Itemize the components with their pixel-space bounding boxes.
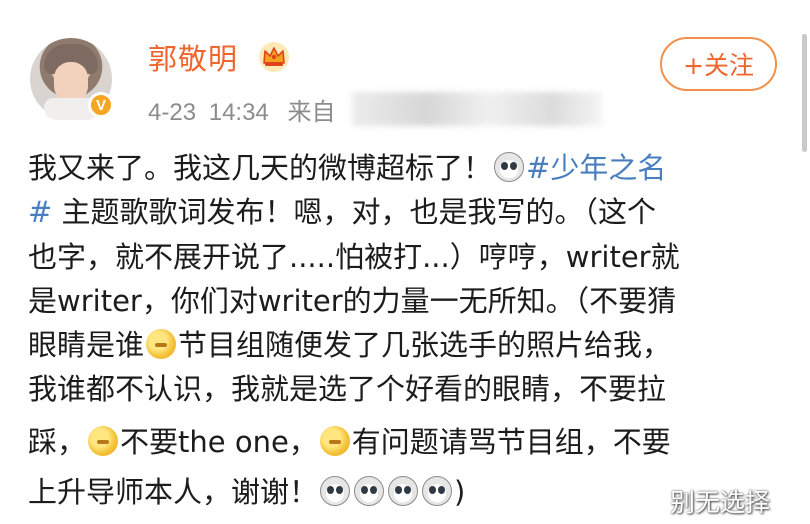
post-date: 4-23 <box>148 99 197 126</box>
verified-badge-icon: V <box>88 92 114 118</box>
follow-button[interactable]: +关注 <box>660 37 777 91</box>
post-line-8: 上升导师本人，谢谢！) <box>28 475 466 509</box>
post-time: 14:34 <box>208 99 269 126</box>
weibo-post: V 郭敬明 4-23 14:34 来自 +关注 我又来了。我这几天的微博超标了！… <box>0 0 810 524</box>
username[interactable]: 郭敬明 <box>148 36 238 78</box>
post-line-6: 我谁都不认识，我就是选了个好看的眼睛，不要拉 <box>28 372 667 406</box>
post-line-1: 我又来了。我这几天的微博超标了！ #少年之名 <box>28 151 667 185</box>
thinking-emoji-icon <box>146 329 177 359</box>
post-line-5: 眼睛是谁 节目组随便发了几张选手的照片给我， <box>28 328 672 362</box>
panda-emoji-icon <box>494 152 525 182</box>
crown-icon <box>259 42 289 72</box>
panda-emoji-icon <box>388 476 419 506</box>
post-line-2: # 主题歌歌词发布！嗯，对，也是我写的。（这个 <box>28 195 657 229</box>
panda-emoji-icon <box>354 476 385 506</box>
post-meta: 4-23 14:34 来自 <box>148 92 335 127</box>
post-line-4: 是writer，你们对writer的力量一无所知。（不要猜 <box>28 284 677 318</box>
post-source-label: 来自 <box>287 99 336 126</box>
shrug-emoji-icon <box>88 426 119 456</box>
post-line-7: 踩， 不要the one， 有问题请骂节目组，不要 <box>28 425 671 459</box>
panda-emoji-icon <box>422 476 453 506</box>
watermark: 别无选择 <box>670 488 771 517</box>
post-line-3: 也字，就不展开说了.....怕被打...）哼哼，writer就 <box>28 240 680 274</box>
redacted-source <box>352 92 602 126</box>
hashtag-link[interactable]: #少年之名 <box>526 151 666 185</box>
hashtag-link-end[interactable]: # <box>28 195 52 229</box>
avatar-face <box>54 62 88 102</box>
scrollbar[interactable] <box>802 34 807 152</box>
panda-emoji-icon <box>320 476 351 506</box>
angry-emoji-icon <box>319 426 350 456</box>
